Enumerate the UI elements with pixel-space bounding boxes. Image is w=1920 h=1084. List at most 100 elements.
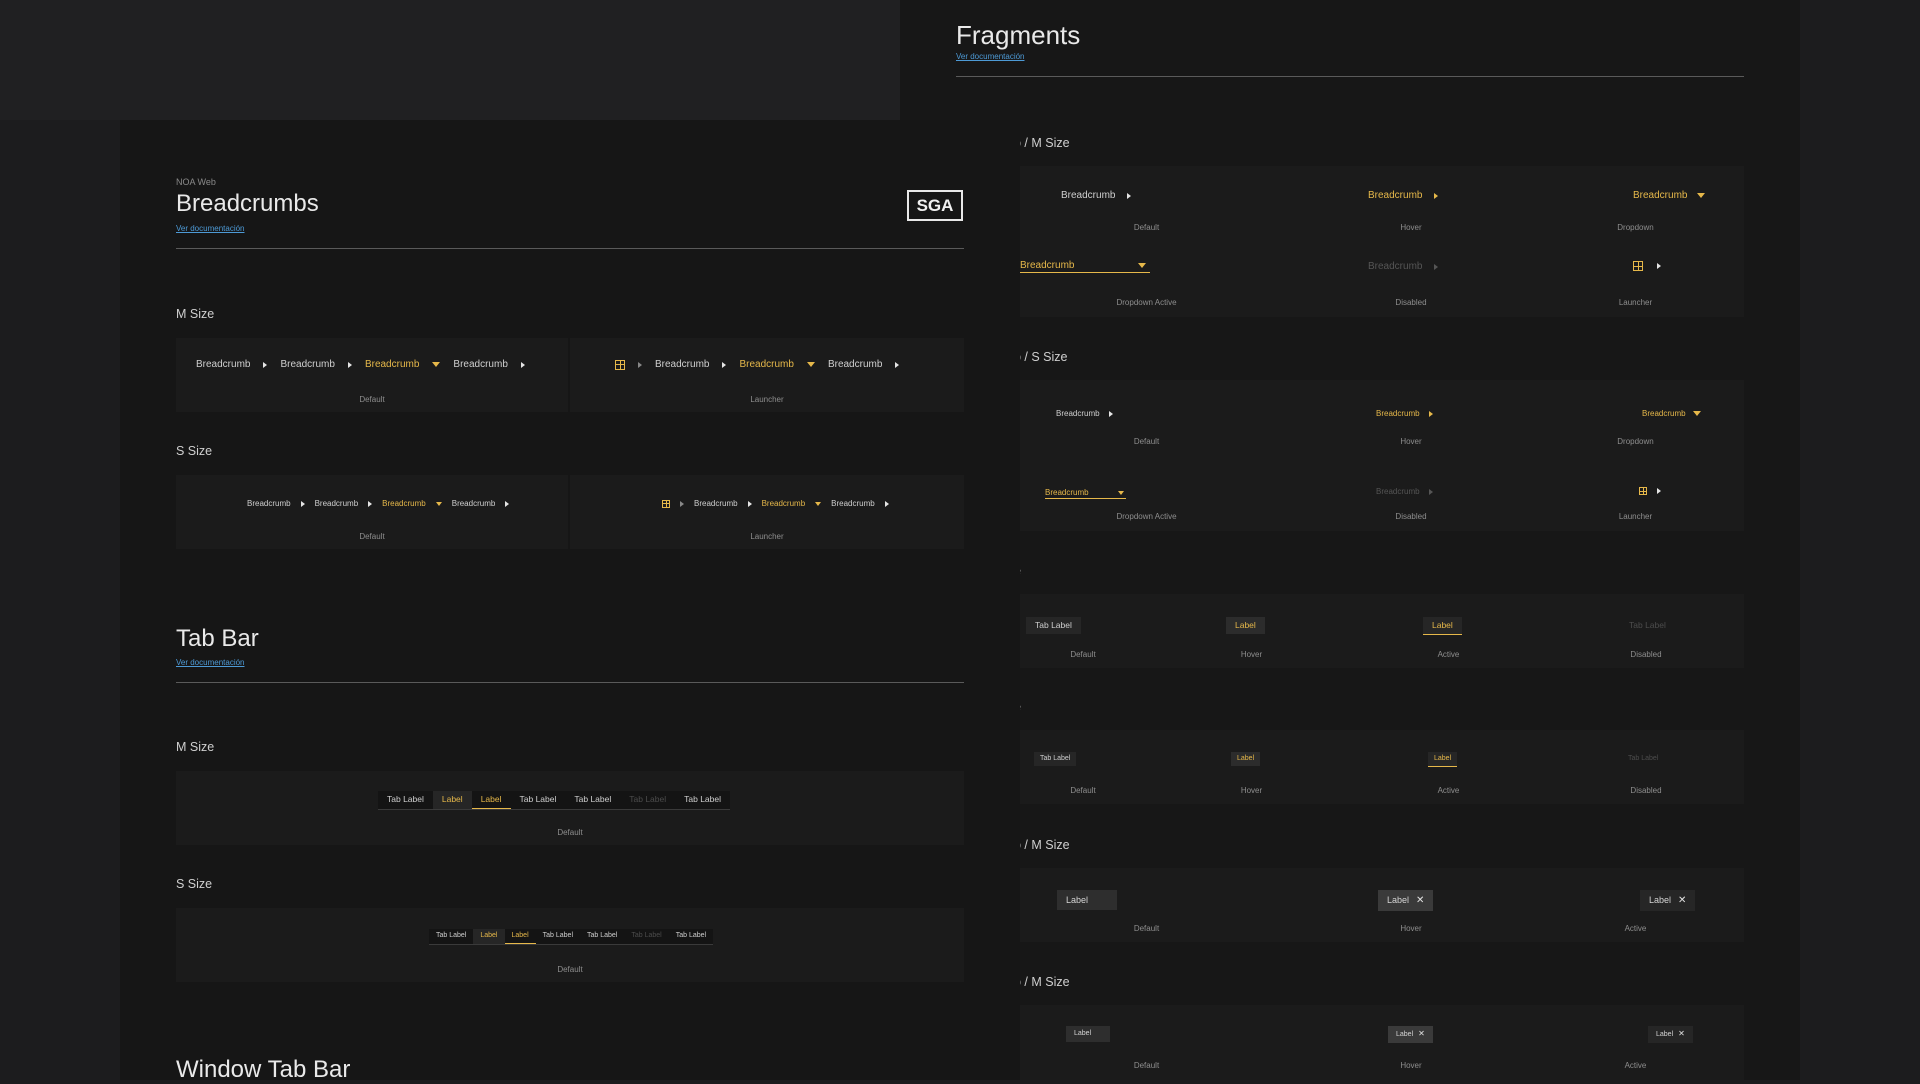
state-launcher: Launcher [1543, 457, 1744, 531]
state-default: Tab Label Default [1014, 594, 1152, 668]
state-disabled: Tab Label Disabled [1548, 594, 1744, 668]
tab-item[interactable]: Label [1428, 752, 1458, 767]
state-default: Breadcrumb Default [1014, 166, 1279, 241]
tab-item[interactable]: Tab Label [429, 929, 473, 944]
fragments-doc-link[interactable]: Ver documentación [956, 52, 1025, 61]
chevron-right-icon [747, 500, 752, 507]
state-caption: Default [557, 965, 583, 974]
close-icon[interactable]: ✕ [1678, 891, 1686, 911]
doc-link[interactable]: Ver documentación [176, 224, 245, 233]
breadcrumb-item[interactable]: Breadcrumb [453, 359, 507, 370]
apps-grid-icon[interactable] [615, 359, 625, 370]
tab-item[interactable]: Tab Label [511, 791, 566, 809]
chevron-right-icon [347, 361, 352, 368]
tab-item-hover[interactable]: Label [432, 791, 472, 809]
breadcrumb-item[interactable]: Breadcrumb [452, 499, 496, 508]
chevron-right-icon [1657, 263, 1661, 269]
state-default: Tab Label Default [1014, 730, 1152, 804]
breadcrumb-item[interactable]: Breadcrumb [1633, 190, 1687, 201]
state-caption: Disabled [1395, 298, 1427, 307]
breadcrumb-item[interactable]: Breadcrumb [739, 359, 793, 370]
state-caption: Launcher [750, 532, 784, 541]
breadcrumb-item[interactable]: Breadcrumb [382, 499, 426, 508]
breadcrumb-item[interactable]: Breadcrumb [1376, 409, 1420, 418]
tab-m-size-heading: M Size [176, 740, 215, 754]
chevron-down-icon [806, 362, 815, 367]
breadcrumb-item[interactable]: Breadcrumb [655, 359, 709, 370]
tab-item[interactable]: Tab Label [669, 929, 713, 944]
tab-item[interactable]: Tab Label [675, 791, 730, 809]
state-default: Label Default [1014, 1005, 1279, 1080]
chevron-down-icon [432, 362, 441, 367]
state-caption: Dropdown [1617, 223, 1654, 232]
chip[interactable]: Label ✕ [1388, 1026, 1433, 1043]
section-chip-s-heading: p / M Size [1014, 975, 1070, 989]
state-hover: Breadcrumb Hover [1280, 380, 1542, 455]
chip-label: Label [1649, 895, 1672, 905]
breadcrumb-item[interactable]: Breadcrumb [1056, 409, 1100, 418]
state-caption: Default [1133, 1061, 1160, 1070]
fragments-divider [956, 76, 1744, 77]
tab-bar-doc-link[interactable]: Ver documentación [176, 658, 245, 667]
state-caption: Launcher [1618, 512, 1653, 521]
breadcrumb-item[interactable]: Breadcrumb [196, 359, 250, 370]
state-caption: Hover [1400, 924, 1422, 933]
breadcrumb-item[interactable]: Breadcrumb [280, 359, 334, 370]
breadcrumb-item[interactable]: Breadcrumb [1368, 190, 1422, 201]
title-divider [176, 248, 964, 249]
breadcrumb-item[interactable]: Breadcrumb [762, 499, 806, 508]
tab-item[interactable]: Label [1226, 617, 1265, 634]
tab-item[interactable]: Label [1231, 752, 1261, 766]
tab-item-active[interactable]: Label [471, 791, 511, 809]
tab-item-hover[interactable]: Label [473, 929, 505, 944]
state-caption: Hover [1400, 437, 1422, 446]
apps-grid-icon[interactable] [1639, 487, 1647, 495]
state-active: Label Active [1351, 730, 1546, 804]
state-caption: Default [1070, 650, 1096, 659]
tab-item[interactable]: Tab Label [1034, 752, 1077, 766]
tab-item[interactable]: Label [1423, 617, 1462, 635]
close-icon[interactable]: ✕ [1678, 1026, 1685, 1042]
state-caption: Active [1437, 650, 1460, 659]
breadcrumb-item[interactable]: Breadcrumb [1045, 488, 1089, 497]
breadcrumb-item[interactable]: Breadcrumb [1020, 260, 1074, 271]
product-name: NOA Web [176, 177, 216, 187]
page-title: Breadcrumbs [176, 190, 319, 217]
tab-item[interactable]: Tab Label [378, 791, 433, 809]
chip[interactable]: Label [1066, 1026, 1110, 1042]
state-caption: Disabled [1630, 650, 1662, 659]
chevron-right-icon [505, 500, 510, 507]
apps-grid-icon[interactable] [1633, 261, 1643, 271]
close-icon[interactable]: ✕ [1418, 1026, 1425, 1042]
state-caption: Active [1437, 786, 1460, 795]
tab-item[interactable]: Tab Label [1026, 617, 1081, 634]
tab-item[interactable]: Tab Label [536, 929, 580, 944]
tab-bar-divider [176, 682, 964, 683]
breadcrumb-item[interactable]: Breadcrumb [831, 499, 875, 508]
chip[interactable]: Label ✕ [1640, 890, 1696, 911]
tab-bar-m-card: Tab Label Label Label Tab Label Tab Labe… [176, 771, 964, 845]
apps-grid-icon[interactable] [662, 499, 670, 508]
tab-item[interactable]: Tab Label [580, 929, 624, 944]
breadcrumb-trail: Breadcrumb Breadcrumb Breadcrumb Breadcr… [247, 499, 510, 508]
breadcrumb-item[interactable]: Breadcrumb [694, 499, 738, 508]
chip[interactable]: Label [1057, 890, 1117, 910]
tab-bar-title: Tab Bar [176, 625, 259, 652]
breadcrumb-item[interactable]: Breadcrumb [828, 359, 882, 370]
state-caption: Default [1070, 786, 1096, 795]
state-default: Breadcrumb Default [1014, 380, 1279, 455]
breadcrumb-item[interactable]: Breadcrumb [1642, 409, 1686, 418]
chip[interactable]: Label ✕ [1648, 1026, 1693, 1043]
breadcrumb-item[interactable]: Breadcrumb [247, 499, 291, 508]
chip[interactable]: Label ✕ [1378, 890, 1434, 911]
breadcrumb-item[interactable]: Breadcrumb [365, 359, 419, 370]
breadcrumb-item[interactable]: Breadcrumb [315, 499, 359, 508]
tab-item-active[interactable]: Label [504, 929, 536, 944]
state-caption: Default [359, 395, 385, 404]
close-icon[interactable]: ✕ [1416, 891, 1424, 911]
state-hover: Label ✕ Hover [1280, 868, 1542, 942]
breadcrumb-m-default-card: Breadcrumb Breadcrumb Breadcrumb Breadcr… [176, 338, 568, 412]
tab-item[interactable]: Tab Label [565, 791, 620, 809]
breadcrumb-item[interactable]: Breadcrumb [1061, 190, 1115, 201]
state-caption: Default [1133, 223, 1160, 232]
